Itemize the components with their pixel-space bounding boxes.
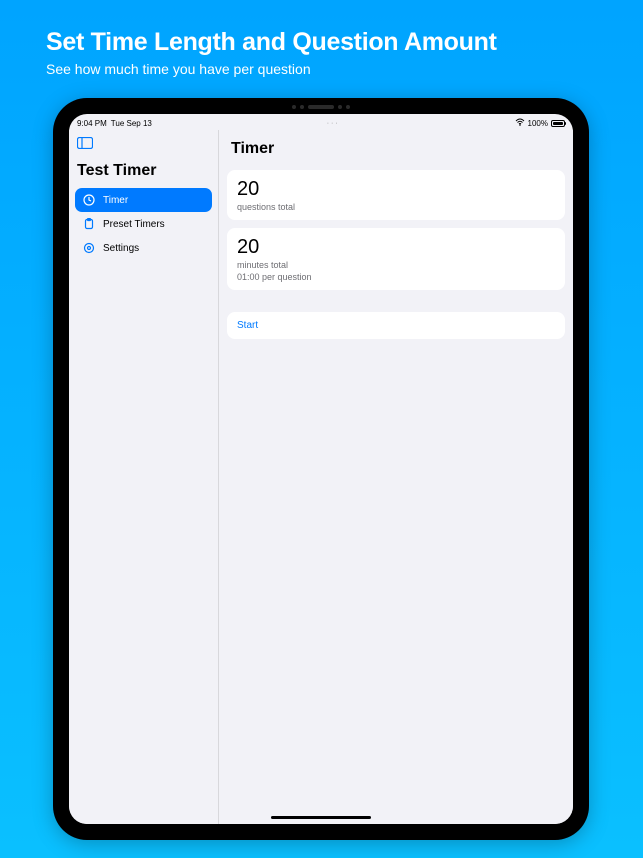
per-question-label: 01:00 per question xyxy=(237,272,555,282)
minutes-label: minutes total xyxy=(237,260,555,270)
sidebar-toggle-icon[interactable] xyxy=(77,136,212,154)
home-indicator xyxy=(271,816,371,819)
clipboard-icon xyxy=(83,218,95,230)
questions-card[interactable]: 20 questions total xyxy=(227,170,565,220)
sidebar-item-settings[interactable]: Settings xyxy=(75,236,212,260)
promo-subtitle: See how much time you have per question xyxy=(46,61,497,77)
sidebar: Test Timer Timer Preset Timers xyxy=(69,130,219,824)
wifi-icon xyxy=(515,118,525,128)
sidebar-item-preset-timers[interactable]: Preset Timers xyxy=(75,212,212,236)
sidebar-title: Test Timer xyxy=(77,162,210,180)
ipad-frame: 9:04 PM Tue Sep 13 ··· 100% Test Timer xyxy=(53,98,589,840)
promo-header: Set Time Length and Question Amount See … xyxy=(46,28,497,77)
sidebar-item-label: Timer xyxy=(103,195,128,206)
clock-icon xyxy=(83,194,95,206)
minutes-card[interactable]: 20 minutes total 01:00 per question xyxy=(227,228,565,290)
questions-value: 20 xyxy=(237,178,555,200)
battery-icon xyxy=(551,120,565,127)
start-label: Start xyxy=(237,320,258,331)
minutes-value: 20 xyxy=(237,236,555,258)
multitask-dots-icon: ··· xyxy=(327,120,340,127)
ipad-screen: 9:04 PM Tue Sep 13 ··· 100% Test Timer xyxy=(69,114,573,824)
promo-title: Set Time Length and Question Amount xyxy=(46,28,497,57)
main-title: Timer xyxy=(231,140,561,158)
main-panel: Timer 20 questions total 20 minutes tota… xyxy=(219,130,573,824)
sidebar-item-timer[interactable]: Timer xyxy=(75,188,212,212)
sidebar-item-label: Preset Timers xyxy=(103,219,165,230)
gear-icon xyxy=(83,242,95,254)
sidebar-item-label: Settings xyxy=(103,243,139,254)
status-date: Tue Sep 13 xyxy=(111,119,152,128)
camera-cluster xyxy=(292,105,350,109)
questions-label: questions total xyxy=(237,202,555,212)
battery-percent: 100% xyxy=(528,119,548,128)
status-bar: 9:04 PM Tue Sep 13 ··· 100% xyxy=(69,114,573,130)
status-time: 9:04 PM xyxy=(77,119,107,128)
start-button[interactable]: Start xyxy=(227,312,565,339)
